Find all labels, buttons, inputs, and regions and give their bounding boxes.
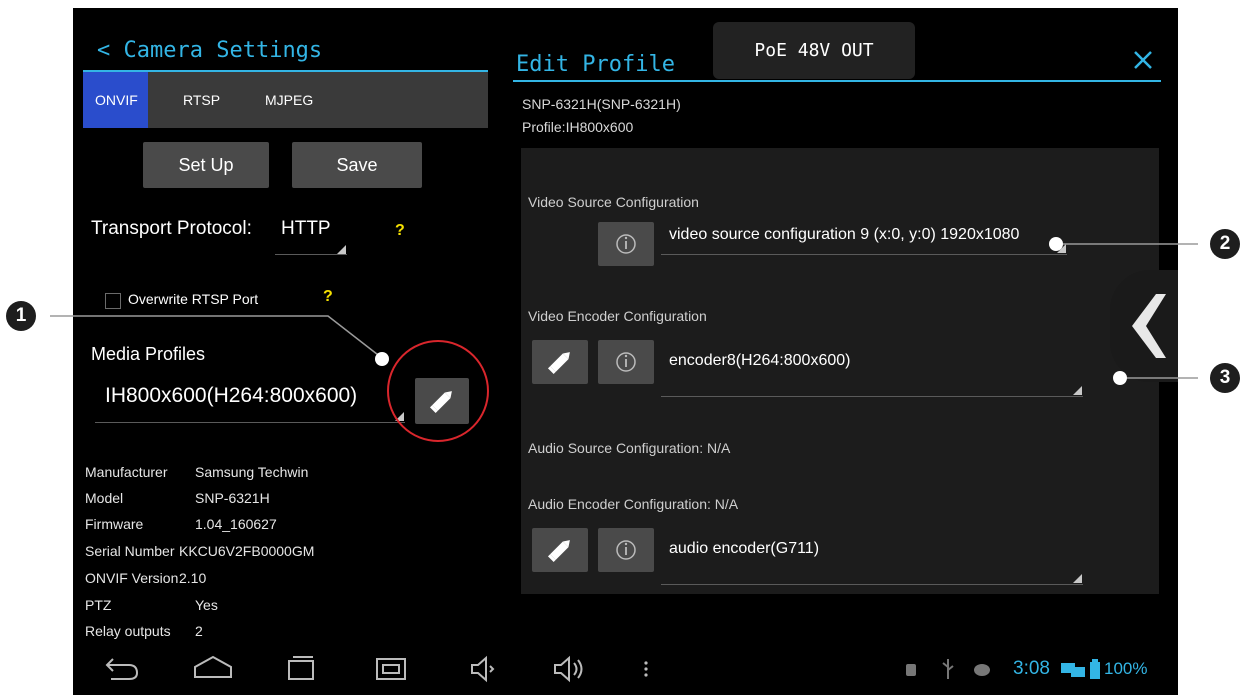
callout-2-dot <box>1049 237 1063 251</box>
callout-3-dot <box>1113 371 1127 385</box>
callout-leader-lines <box>50 243 1198 379</box>
callout-3: 3 <box>1210 363 1240 393</box>
callout-1-dot <box>375 352 389 366</box>
callout-2: 2 <box>1210 229 1240 259</box>
